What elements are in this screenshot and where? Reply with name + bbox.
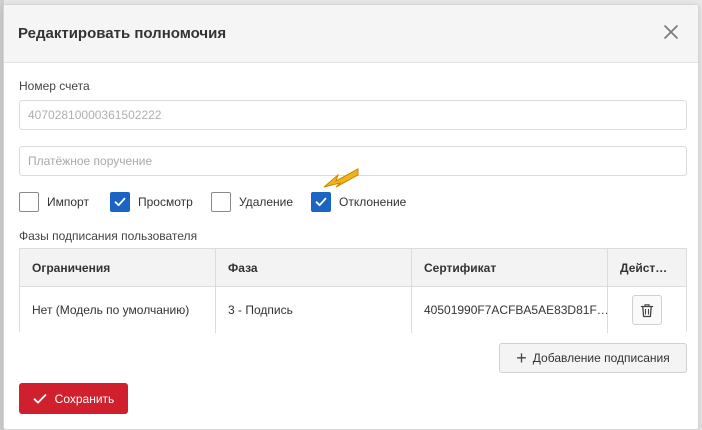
plus-icon: + (516, 348, 527, 368)
add-signing-button[interactable]: + Добавление подписания (499, 343, 687, 373)
checkbox-view[interactable]: Просмотр (110, 191, 193, 213)
dialog-header: Редактировать полномочия (4, 5, 698, 63)
checkbox-view-box[interactable] (110, 192, 130, 212)
cell-restrictions: Нет (Модель по умолчанию) (20, 287, 216, 333)
dialog-title: Редактировать полномочия (18, 25, 227, 42)
column-header-restrictions[interactable]: Ограничения (20, 249, 216, 286)
checkbox-delete-box[interactable] (211, 192, 231, 212)
edit-permissions-dialog: Редактировать полномочия Номер счета Имп… (3, 4, 699, 430)
column-header-certificate[interactable]: Сертификат (412, 249, 608, 286)
arrow-icon (322, 165, 364, 200)
signing-phases-title: Фазы подписания пользователя (19, 229, 198, 243)
account-number-field[interactable] (19, 100, 687, 130)
add-signing-label: Добавление подписания (532, 351, 670, 365)
checkbox-delete-label: Удаление (239, 195, 294, 209)
column-header-phase[interactable]: Фаза (216, 249, 412, 286)
checkbox-import-box[interactable] (19, 192, 39, 212)
checkbox-import-label: Импорт (47, 195, 89, 209)
save-button[interactable]: Сохранить (19, 383, 128, 414)
column-header-actions[interactable]: Дейст… (608, 249, 686, 286)
checkbox-view-label: Просмотр (138, 195, 193, 209)
checkbox-delete[interactable]: Удаление (211, 191, 293, 213)
checkbox-import[interactable]: Импорт (19, 191, 89, 213)
cell-certificate: 40501990F7ACFBA5AE83D81F… (412, 287, 608, 333)
cell-phase: 3 - Подпись (216, 287, 412, 333)
close-icon[interactable] (662, 23, 680, 41)
check-icon (33, 393, 47, 403)
delete-row-button[interactable] (632, 295, 662, 325)
trash-icon (640, 303, 654, 317)
account-number-label: Номер счета (19, 79, 90, 93)
table-header: Ограничения Фаза Сертификат Дейст… (20, 249, 686, 287)
check-icon (114, 197, 126, 207)
table-row: Нет (Модель по умолчанию) 3 - Подпись 40… (20, 287, 686, 333)
save-label: Сохранить (54, 391, 115, 406)
signing-phases-table: Ограничения Фаза Сертификат Дейст… Нет (… (19, 248, 687, 333)
